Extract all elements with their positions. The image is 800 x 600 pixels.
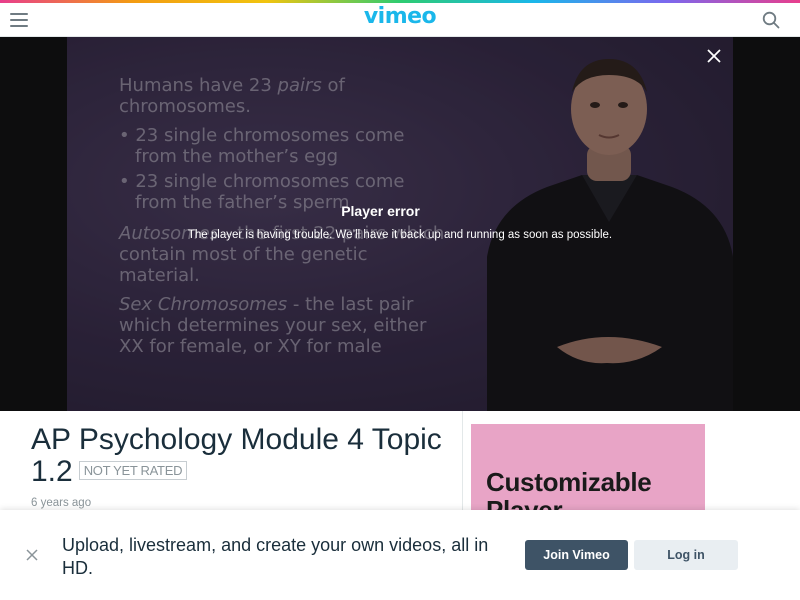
video-frame[interactable]: Humans have 23 pairs of chromosomes. • 2… bbox=[67, 37, 733, 411]
close-icon[interactable] bbox=[706, 48, 722, 64]
promo-ad[interactable]: Customizable Player bbox=[471, 424, 705, 514]
top-navigation-bar: vimeo bbox=[0, 3, 800, 37]
rating-badge: NOT YET RATED bbox=[78, 461, 188, 480]
vimeo-logo[interactable]: vimeo bbox=[0, 4, 800, 29]
player-error-title: Player error bbox=[341, 203, 420, 219]
signup-banner: Upload, livestream, and create your own … bbox=[0, 510, 800, 600]
upload-age: 6 years ago bbox=[31, 497, 92, 509]
search-icon[interactable] bbox=[762, 11, 780, 29]
video-title: AP Psychology Module 4 Topic 1.2 NOT YET … bbox=[31, 423, 442, 488]
column-divider bbox=[462, 411, 463, 511]
error-overlay bbox=[67, 37, 733, 411]
video-player[interactable]: Humans have 23 pairs of chromosomes. • 2… bbox=[0, 37, 800, 411]
player-error-message: The player is having trouble. We’ll have… bbox=[187, 229, 613, 241]
close-icon[interactable] bbox=[26, 549, 38, 561]
ad-headline: Customizable Player bbox=[486, 467, 652, 514]
join-vimeo-button[interactable]: Join Vimeo bbox=[525, 540, 628, 570]
log-in-button[interactable]: Log in bbox=[634, 540, 738, 570]
signup-banner-message: Upload, livestream, and create your own … bbox=[62, 535, 489, 578]
